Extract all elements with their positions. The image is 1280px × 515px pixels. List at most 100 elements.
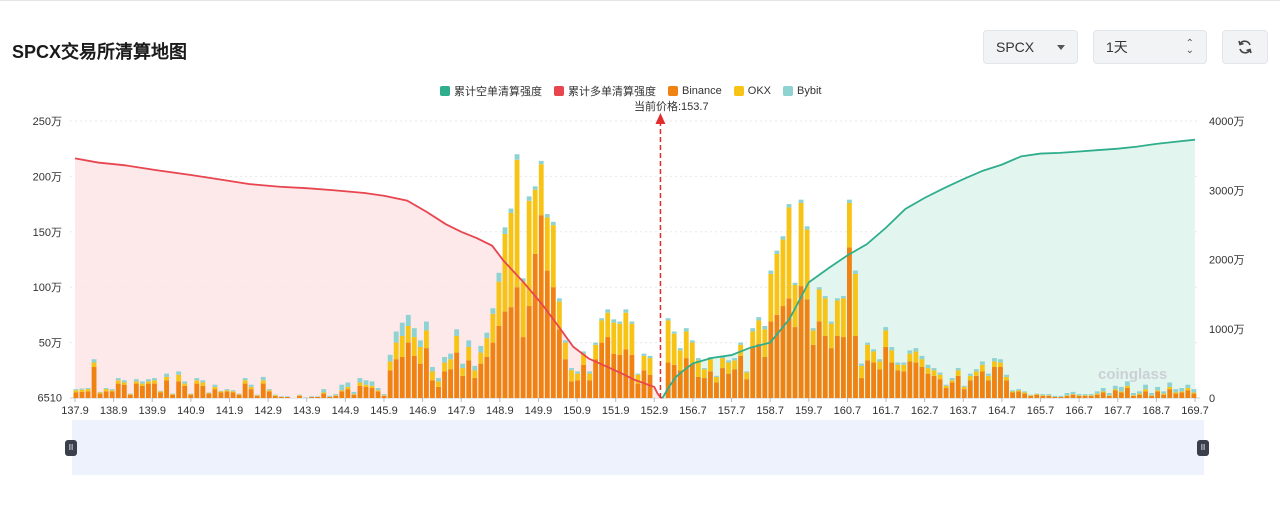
- bar-okx: [109, 390, 115, 392]
- bar-okx: [587, 373, 592, 381]
- legend-swatch: [733, 86, 744, 96]
- legend-item-short-cum[interactable]: 累计空单清算强度: [440, 83, 542, 99]
- bar-binance: [254, 395, 260, 398]
- bar-bybit: [405, 314, 411, 326]
- range-slider[interactable]: [72, 420, 1204, 475]
- refresh-button[interactable]: [1222, 30, 1268, 64]
- bar-bybit: [357, 378, 363, 383]
- bar-okx: [611, 322, 617, 354]
- bar-binance: [127, 394, 133, 398]
- bar-bybit: [266, 389, 272, 391]
- bar-okx: [859, 365, 864, 379]
- bar-okx: [200, 382, 206, 386]
- bar-okx: [405, 325, 411, 343]
- bar-binance: [345, 389, 351, 398]
- bar-binance: [780, 306, 786, 398]
- bar-bybit: [139, 381, 145, 384]
- bar-binance: [599, 342, 605, 398]
- bar-binance: [750, 347, 756, 398]
- legend-label: Binance: [682, 85, 722, 97]
- bar-bybit: [1100, 388, 1106, 392]
- legend-item-okx[interactable]: OKX: [733, 85, 771, 97]
- bar-okx: [985, 375, 991, 381]
- bar-binance: [810, 344, 816, 398]
- bar-binance: [170, 394, 176, 398]
- bar-bybit: [375, 388, 381, 391]
- legend-item-binance[interactable]: Binance: [668, 85, 722, 97]
- legend-label: Bybit: [797, 85, 822, 97]
- liquidation-map-chart[interactable]: 250万 200万 150万 100万 50万 6510 4000万 3000万 2000万 10…: [0, 108, 1280, 420]
- bar-bybit: [780, 236, 786, 240]
- bar-binance: [913, 362, 919, 398]
- bar-bybit: [309, 396, 315, 397]
- bar-okx: [913, 351, 919, 363]
- bar-bybit: [919, 355, 925, 360]
- bar-bybit: [804, 226, 810, 230]
- bar-okx: [152, 380, 157, 384]
- bar-binance: [502, 311, 508, 398]
- legend-label: OKX: [747, 85, 771, 97]
- bar-bybit: [272, 394, 278, 396]
- bar-okx: [871, 351, 877, 363]
- bar-binance: [526, 306, 532, 398]
- bar-binance: [194, 383, 200, 398]
- x-tick-label: 151.9: [602, 405, 630, 417]
- bar-bybit: [430, 366, 435, 372]
- range-slider-right-handle[interactable]: II: [1197, 440, 1209, 456]
- bar-bybit: [683, 328, 689, 332]
- x-tick-label: 145.9: [370, 405, 398, 417]
- range-slider-left-handle[interactable]: II: [65, 440, 77, 456]
- bar-okx: [877, 361, 883, 370]
- bar-okx: [744, 372, 750, 380]
- bar-bybit: [544, 214, 550, 218]
- bar-bybit: [127, 393, 133, 395]
- bar-binance: [544, 270, 550, 398]
- legend-label: 累计空单清算强度: [454, 86, 542, 98]
- x-tick-label: 149.9: [525, 405, 553, 417]
- bar-okx: [460, 368, 466, 376]
- bar-okx: [272, 395, 278, 396]
- bar-bybit: [484, 332, 490, 339]
- bar-binance: [629, 354, 635, 398]
- bar-okx: [1010, 391, 1016, 393]
- bar-bybit: [1070, 391, 1076, 395]
- timeframe-select[interactable]: 1天 ⌃ ⌄: [1093, 30, 1207, 64]
- bar-okx: [569, 370, 574, 382]
- bar-bybit: [393, 331, 399, 343]
- bar-binance: [430, 380, 435, 398]
- bar-okx: [623, 312, 629, 350]
- bar-okx: [502, 234, 508, 312]
- bar-okx: [254, 395, 260, 396]
- bar-binance: [943, 388, 949, 398]
- bar-okx: [121, 382, 127, 385]
- bar-okx: [266, 390, 272, 392]
- bar-okx: [1034, 394, 1040, 395]
- bar-bybit: [115, 378, 121, 381]
- bar-bybit: [423, 321, 429, 331]
- symbol-select[interactable]: SPCX: [983, 30, 1078, 64]
- bar-binance: [1100, 392, 1106, 398]
- bar-bybit: [381, 394, 387, 396]
- bar-binance: [774, 314, 780, 398]
- bar-okx: [532, 189, 538, 254]
- bar-okx: [333, 395, 339, 396]
- bar-binance: [756, 343, 762, 398]
- bar-binance: [611, 353, 617, 398]
- bar-binance: [1022, 393, 1028, 398]
- bar-bybit: [1106, 393, 1112, 396]
- bar-bybit: [121, 380, 127, 383]
- bar-bybit: [399, 322, 405, 336]
- bar-bybit: [593, 342, 599, 345]
- bar-binance: [158, 392, 163, 398]
- bar-bybit: [599, 318, 605, 321]
- legend-item-bybit[interactable]: Bybit: [783, 85, 821, 97]
- bar-bybit: [285, 396, 290, 397]
- bar-bybit: [605, 309, 611, 313]
- legend-item-long-cum[interactable]: 累计多单清算强度: [554, 83, 656, 99]
- bar-bybit: [164, 373, 169, 377]
- bar-okx: [79, 389, 85, 392]
- x-tick-label: 138.9: [100, 405, 128, 417]
- x-tick-label: 160.7: [834, 405, 862, 417]
- bar-binance: [744, 379, 750, 398]
- bar-binance: [569, 381, 574, 398]
